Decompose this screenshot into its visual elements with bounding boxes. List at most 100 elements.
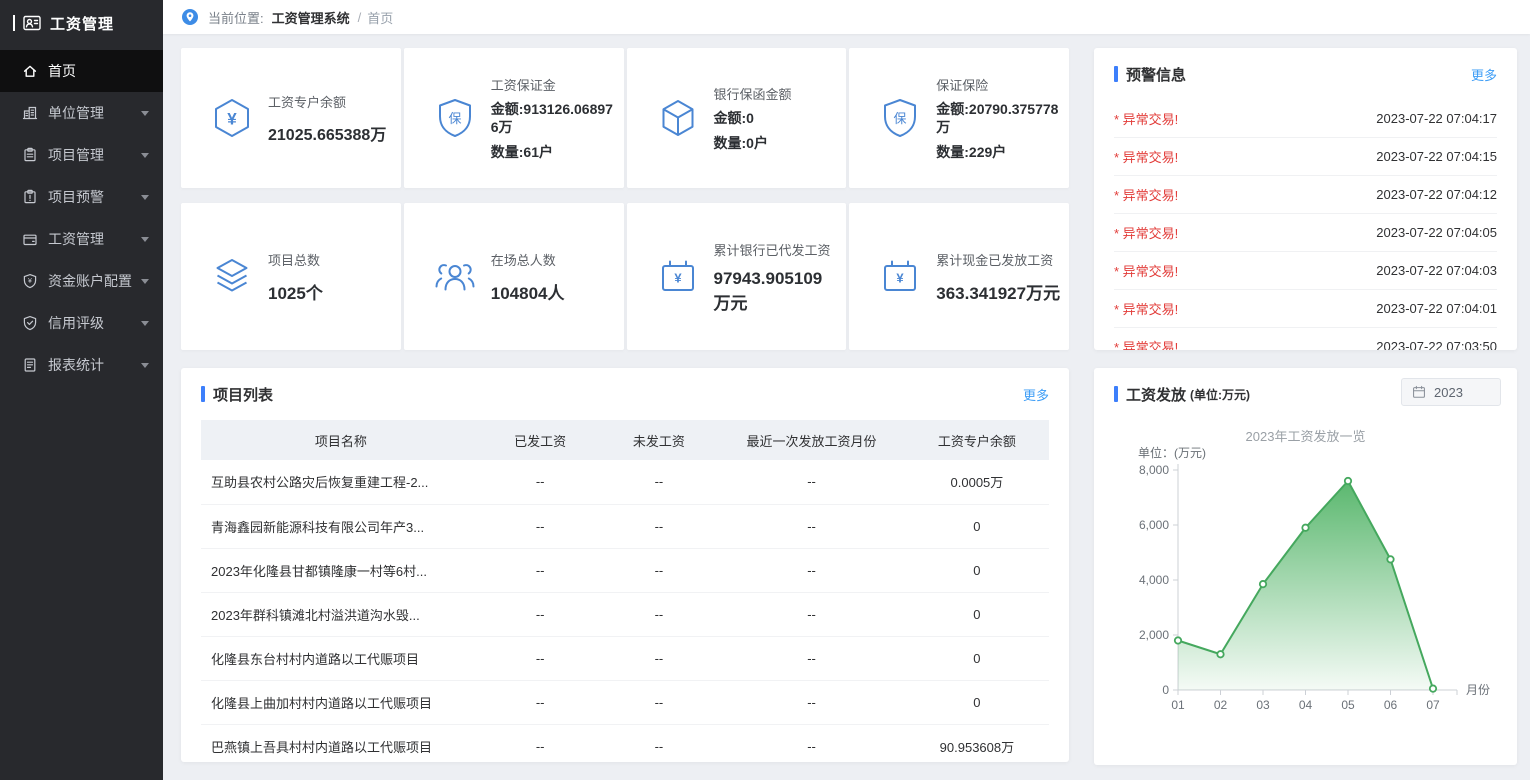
sidebar-item-salary-mgmt[interactable]: 工资管理 <box>0 218 163 260</box>
table-cell: 0 <box>905 504 1049 548</box>
table-header-cell: 未发工资 <box>600 420 719 460</box>
stat-card-line: 金额:913126.068976万 <box>491 100 616 136</box>
x-tick-label: 06 <box>1384 698 1398 712</box>
table-cell: -- <box>718 636 905 680</box>
table-row[interactable]: 化隆县东台村村内道路以工代赈项目------0 <box>201 636 1049 680</box>
stat-card-value: 21025.665388万 <box>268 121 386 145</box>
chevron-down-icon <box>141 153 149 158</box>
table-row[interactable]: 青海鑫园新能源科技有限公司年产3...------0 <box>201 504 1049 548</box>
y-tick-label: 0 <box>1162 683 1169 697</box>
warning-time: 2023-07-22 07:04:03 <box>1376 263 1497 278</box>
stat-card-line: 金额:0 <box>714 109 792 127</box>
warning-item[interactable]: * 异常交易!2023-07-22 07:04:15 <box>1114 138 1497 176</box>
table-cell: -- <box>481 504 600 548</box>
sidebar-item-report-stats[interactable]: 报表统计 <box>0 344 163 386</box>
cube-icon <box>657 97 699 139</box>
yuan-hex-icon: ¥ <box>211 97 253 139</box>
x-tick-label: 03 <box>1256 698 1270 712</box>
stat-card-title: 项目总数 <box>268 250 323 269</box>
dashboard-content: ¥工资专户余额21025.665388万保工资保证金金额:913126.0689… <box>163 34 1530 780</box>
table-cell: 0 <box>905 548 1049 592</box>
svg-text:¥: ¥ <box>227 110 237 129</box>
stat-card-line: 数量:229户 <box>936 143 1061 161</box>
stat-card: ¥工资专户余额21025.665388万 <box>181 48 401 188</box>
warning-more-link[interactable]: 更多 <box>1471 65 1497 84</box>
sidebar-item-project-mgmt[interactable]: 项目管理 <box>0 134 163 176</box>
table-cell: -- <box>481 548 600 592</box>
table-header-cell: 最近一次发放工资月份 <box>718 420 905 460</box>
sidebar-item-home[interactable]: 首页 <box>0 50 163 92</box>
warning-item[interactable]: * 异常交易!2023-07-22 07:03:50 <box>1114 328 1497 350</box>
project-panel-title: 项目列表 <box>213 384 273 405</box>
table-row[interactable]: 巴燕镇上吾具村村内道路以工代赈项目------90.953608万 <box>201 724 1049 762</box>
project-name-cell: 巴燕镇上吾具村村内道路以工代赈项目 <box>201 724 481 762</box>
stat-card-value: 97943.905109万元 <box>714 269 839 314</box>
table-row[interactable]: 化隆县上曲加村村内道路以工代赈项目------0 <box>201 680 1049 724</box>
project-table-header-row: 项目名称已发工资未发工资最近一次发放工资月份工资专户余额 <box>201 420 1049 460</box>
app-logo: 工资管理 <box>0 0 163 46</box>
warning-item[interactable]: * 异常交易!2023-07-22 07:04:12 <box>1114 176 1497 214</box>
sidebar-item-label: 单位管理 <box>48 103 104 123</box>
table-row[interactable]: 2023年化隆县甘都镇隆康一村等6村...------0 <box>201 548 1049 592</box>
chart-title: 2023年工资发放一览 <box>1094 426 1517 445</box>
table-cell: 90.953608万 <box>905 724 1049 762</box>
breadcrumb-separator: / <box>358 10 362 25</box>
table-cell: -- <box>600 680 719 724</box>
table-cell: -- <box>481 460 600 504</box>
x-tick-label: 07 <box>1426 698 1440 712</box>
sidebar-menu: 首页单位管理项目管理项目预警工资管理¥资金账户配置信用评级报表统计 <box>0 50 163 386</box>
salary-chart-panel: 工资发放 (单位:万元) 2023 2023年工资发放一览 单位：(万元) 02… <box>1094 368 1517 765</box>
warning-text: * 异常交易! <box>1114 261 1178 280</box>
table-header-cell: 工资专户余额 <box>905 420 1049 460</box>
year-selector[interactable]: 2023 <box>1401 378 1501 406</box>
table-cell: -- <box>718 592 905 636</box>
stat-card-line: 数量:61户 <box>491 143 616 161</box>
data-point <box>1430 685 1436 691</box>
table-row[interactable]: 互助县农村公路灾后恢复重建工程-2...------0.0005万 <box>201 460 1049 504</box>
sidebar-item-label: 项目预警 <box>48 187 104 207</box>
data-point <box>1302 525 1308 531</box>
stat-card: 保工资保证金金额:913126.068976万数量:61户 <box>404 48 624 188</box>
warning-item[interactable]: * 异常交易!2023-07-22 07:04:01 <box>1114 290 1497 328</box>
panel-accent-bar <box>201 386 205 402</box>
warning-text: * 异常交易! <box>1114 185 1178 204</box>
shield-bao-icon: 保 <box>879 97 921 139</box>
breadcrumb-prefix: 当前位置: <box>208 8 264 27</box>
warning-time: 2023-07-22 07:04:01 <box>1376 301 1497 316</box>
table-cell: -- <box>481 636 600 680</box>
sidebar-item-credit-rating[interactable]: 信用评级 <box>0 302 163 344</box>
breadcrumb: 当前位置: 工资管理系统 / 首页 <box>163 0 1530 34</box>
warning-time: 2023-07-22 07:04:17 <box>1376 111 1497 126</box>
warning-item[interactable]: * 异常交易! 2023-07-22 07:04:03 <box>1114 252 1497 290</box>
sidebar-item-fund-account-config[interactable]: ¥资金账户配置 <box>0 260 163 302</box>
calendar-icon <box>1412 385 1426 399</box>
x-tick-label: 04 <box>1299 698 1313 712</box>
stat-card-title: 累计现金已发放工资 <box>936 250 1060 269</box>
x-axis-name: 月份 <box>1466 683 1490 697</box>
clipboard-alert-icon <box>22 189 38 205</box>
warning-item[interactable]: * 异常交易!2023-07-22 07:04:05 <box>1114 214 1497 252</box>
series-area <box>1178 481 1433 690</box>
stat-card-title: 工资保证金 <box>491 75 616 94</box>
warning-text: * 异常交易! <box>1114 223 1178 242</box>
table-row[interactable]: 2023年群科镇滩北村溢洪道沟水毁...------0 <box>201 592 1049 636</box>
sidebar-item-label: 首页 <box>48 61 76 81</box>
data-point <box>1345 478 1351 484</box>
project-more-link[interactable]: 更多 <box>1023 385 1049 404</box>
breadcrumb-root[interactable]: 工资管理系统 <box>272 8 350 27</box>
chevron-down-icon <box>141 363 149 368</box>
app-logo-icon <box>22 13 42 33</box>
sidebar-item-project-warning[interactable]: 项目预警 <box>0 176 163 218</box>
stat-card-value: 363.341927万元 <box>936 279 1060 304</box>
svg-text:保: 保 <box>894 111 907 126</box>
cash-icon: ¥ <box>657 256 699 298</box>
sidebar-item-label: 资金账户配置 <box>48 271 132 291</box>
stat-card-line: 金额:20790.375778万 <box>936 100 1061 136</box>
sidebar-item-unit-mgmt[interactable]: 单位管理 <box>0 92 163 134</box>
table-cell: -- <box>718 504 905 548</box>
project-name-cell: 互助县农村公路灾后恢复重建工程-2... <box>201 460 481 504</box>
sidebar-item-label: 报表统计 <box>48 355 104 375</box>
project-name-cell: 2023年群科镇滩北村溢洪道沟水毁... <box>201 592 481 636</box>
warning-item[interactable]: * 异常交易!2023-07-22 07:04:17 <box>1114 100 1497 138</box>
chevron-down-icon <box>141 195 149 200</box>
